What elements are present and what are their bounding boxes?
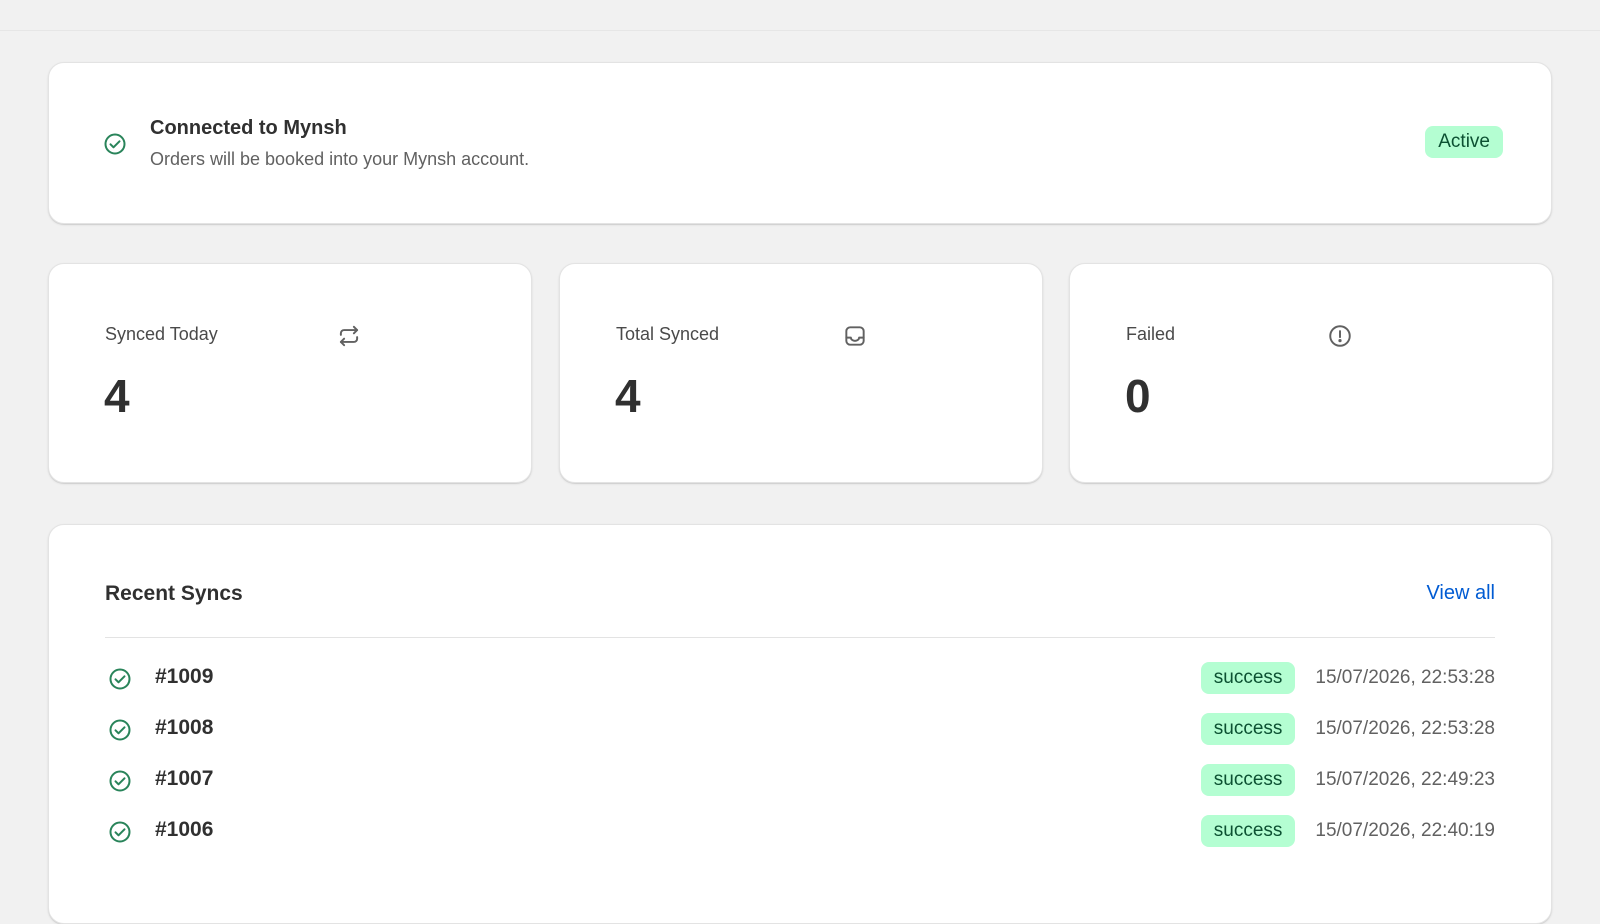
- sync-row[interactable]: #1009 success 15/07/2026, 22:53:28: [105, 655, 1495, 706]
- stat-card-synced-today: Synced Today 4: [48, 263, 532, 483]
- divider: [105, 637, 1495, 638]
- sync-row[interactable]: #1008 success 15/07/2026, 22:53:28: [105, 706, 1495, 757]
- stat-label: Total Synced: [616, 324, 720, 344]
- status-badge: success: [1200, 764, 1296, 796]
- sync-timestamp: 15/07/2026, 22:53:28: [1315, 667, 1495, 688]
- view-all-link[interactable]: View all: [1426, 582, 1495, 605]
- check-circle-icon: [108, 820, 132, 844]
- check-circle-icon: [103, 132, 127, 156]
- top-bar: [0, 0, 1600, 31]
- connection-card: Connected to Mynsh Orders will be booked…: [48, 62, 1552, 224]
- check-circle-icon: [108, 718, 132, 742]
- connection-subtitle: Orders will be booked into your Mynsh ac…: [150, 149, 530, 169]
- stat-card-total-synced: Total Synced 4: [559, 263, 1043, 483]
- stat-value: 4: [615, 370, 641, 422]
- check-circle-icon: [108, 769, 132, 793]
- order-number: #1006: [155, 818, 214, 841]
- stat-card-failed: Failed 0: [1069, 263, 1553, 483]
- alert-circle-icon: [1327, 323, 1353, 349]
- order-number: #1009: [155, 665, 214, 688]
- order-number: #1007: [155, 767, 214, 790]
- stat-value: 0: [1125, 370, 1151, 422]
- sync-list: #1009 success 15/07/2026, 22:53:28 #1008…: [105, 655, 1495, 859]
- status-badge: Active: [1425, 126, 1503, 158]
- sync-timestamp: 15/07/2026, 22:53:28: [1315, 718, 1495, 739]
- order-number: #1008: [155, 716, 214, 739]
- inbox-icon: [842, 323, 868, 349]
- check-circle-icon: [108, 667, 132, 691]
- status-badge: success: [1200, 815, 1296, 847]
- status-badge: success: [1200, 662, 1296, 694]
- stat-value: 4: [104, 370, 130, 422]
- sync-row[interactable]: #1007 success 15/07/2026, 22:49:23: [105, 757, 1495, 808]
- stat-label: Failed: [1126, 324, 1176, 344]
- connection-title: Connected to Mynsh: [150, 117, 347, 139]
- status-badge: success: [1200, 713, 1296, 745]
- recent-syncs-card: Recent Syncs View all #1009 success 15/0…: [48, 524, 1552, 924]
- recent-syncs-title: Recent Syncs: [105, 582, 243, 605]
- stat-label: Synced Today: [105, 324, 218, 344]
- sync-timestamp: 15/07/2026, 22:49:23: [1315, 769, 1495, 790]
- sync-row[interactable]: #1006 success 15/07/2026, 22:40:19: [105, 808, 1495, 859]
- refresh-icon: [336, 323, 362, 349]
- sync-timestamp: 15/07/2026, 22:40:19: [1315, 820, 1495, 841]
